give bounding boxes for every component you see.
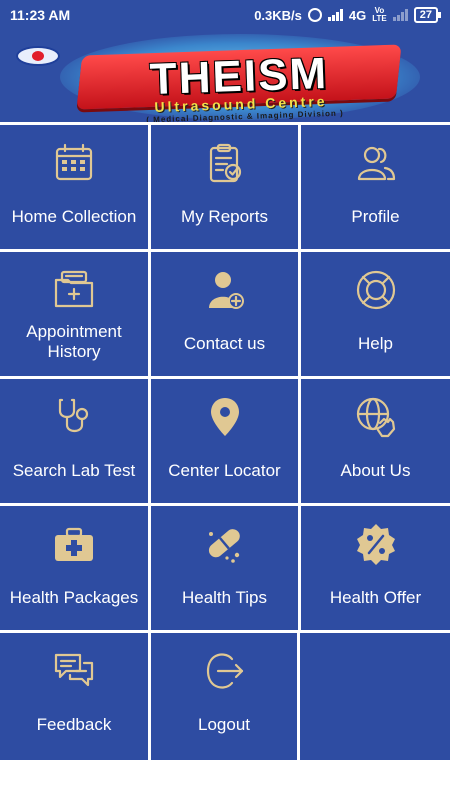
status-time: 11:23 AM	[10, 7, 71, 23]
header-banner: THEISM Ultrasound Centre ( Medical Diagn…	[0, 30, 450, 122]
menu-item-help[interactable]: Help	[301, 252, 450, 376]
volte-indicator: Vo LTE	[372, 7, 387, 23]
emblem-logo	[16, 46, 60, 66]
calendar-icon	[55, 143, 93, 181]
menu-item-contact-us[interactable]: Contact us	[151, 252, 298, 376]
menu-item-about-us[interactable]: About Us	[301, 379, 450, 503]
signal-strength-icon	[327, 9, 343, 21]
medical-kit-icon	[55, 527, 93, 561]
status-bar: 11:23 AM 0.3KB/s 4G Vo LTE 27	[0, 0, 450, 30]
menu-item-label: Contact us	[183, 334, 266, 353]
menu-item-label: My Reports	[181, 207, 268, 226]
menu-item-profile[interactable]: Profile	[301, 125, 450, 249]
logout-icon	[206, 653, 244, 689]
menu-item-appointment-history[interactable]: Appointment History	[0, 252, 148, 376]
menu-item-logout[interactable]: Logout	[151, 633, 297, 760]
menu-item-label: Help	[358, 334, 393, 353]
menu-item-feedback[interactable]: Feedback	[0, 633, 148, 760]
alarm-icon	[307, 8, 322, 22]
pills-icon	[208, 529, 240, 563]
menu-item-my-reports[interactable]: My Reports	[151, 125, 298, 249]
menu-item-health-offer[interactable]: Health Offer	[301, 506, 450, 630]
menu-item-label: About Us	[340, 461, 411, 480]
battery-icon: 27	[413, 7, 442, 23]
bottom-whitespace	[0, 760, 450, 800]
volte-bottom: LTE	[372, 14, 387, 23]
menu-item-home-collection[interactable]: Home Collection	[0, 125, 148, 249]
stethoscope-icon	[58, 398, 89, 433]
battery-level: 27	[419, 9, 432, 21]
network-type: 4G	[348, 7, 367, 23]
map-pin-icon	[210, 398, 239, 436]
menu-item-health-packages[interactable]: Health Packages	[0, 506, 148, 630]
menu-item-search-lab-test[interactable]: Search Lab Test	[0, 379, 148, 503]
user-plus-icon	[208, 272, 244, 309]
folder-medical-icon	[54, 270, 94, 308]
menu-item-label: Home Collection	[11, 207, 137, 226]
menu-item-label: Health Tips	[181, 588, 268, 607]
discount-badge-icon	[356, 524, 395, 565]
network-speed: 0.3KB/s	[254, 7, 302, 23]
menu-item-center-locator[interactable]: Center Locator	[151, 379, 298, 503]
chat-bubbles-icon	[54, 653, 94, 687]
menu-item-label: Logout	[198, 715, 250, 734]
globe-hand-icon	[356, 397, 395, 438]
menu-item-label: Feedback	[36, 715, 112, 734]
empty-tile	[300, 633, 450, 760]
clipboard-icon	[209, 143, 241, 183]
menu-item-label: Search Lab Test	[12, 461, 136, 480]
menu-item-health-tips[interactable]: Health Tips	[151, 506, 298, 630]
menu-grid: Home Collection My Reports Profile Appoi…	[0, 122, 450, 760]
signal-strength-secondary-icon	[392, 9, 408, 21]
lifebuoy-icon	[356, 270, 395, 310]
menu-item-label: Profile	[351, 207, 400, 226]
menu-item-label: Health Offer	[329, 588, 422, 607]
status-indicators: 0.3KB/s 4G Vo LTE 27	[254, 7, 442, 23]
users-icon	[357, 146, 395, 181]
menu-item-label: Appointment History	[26, 322, 122, 361]
menu-item-label: Center Locator	[168, 461, 281, 480]
menu-item-label: Health Packages	[9, 588, 139, 607]
